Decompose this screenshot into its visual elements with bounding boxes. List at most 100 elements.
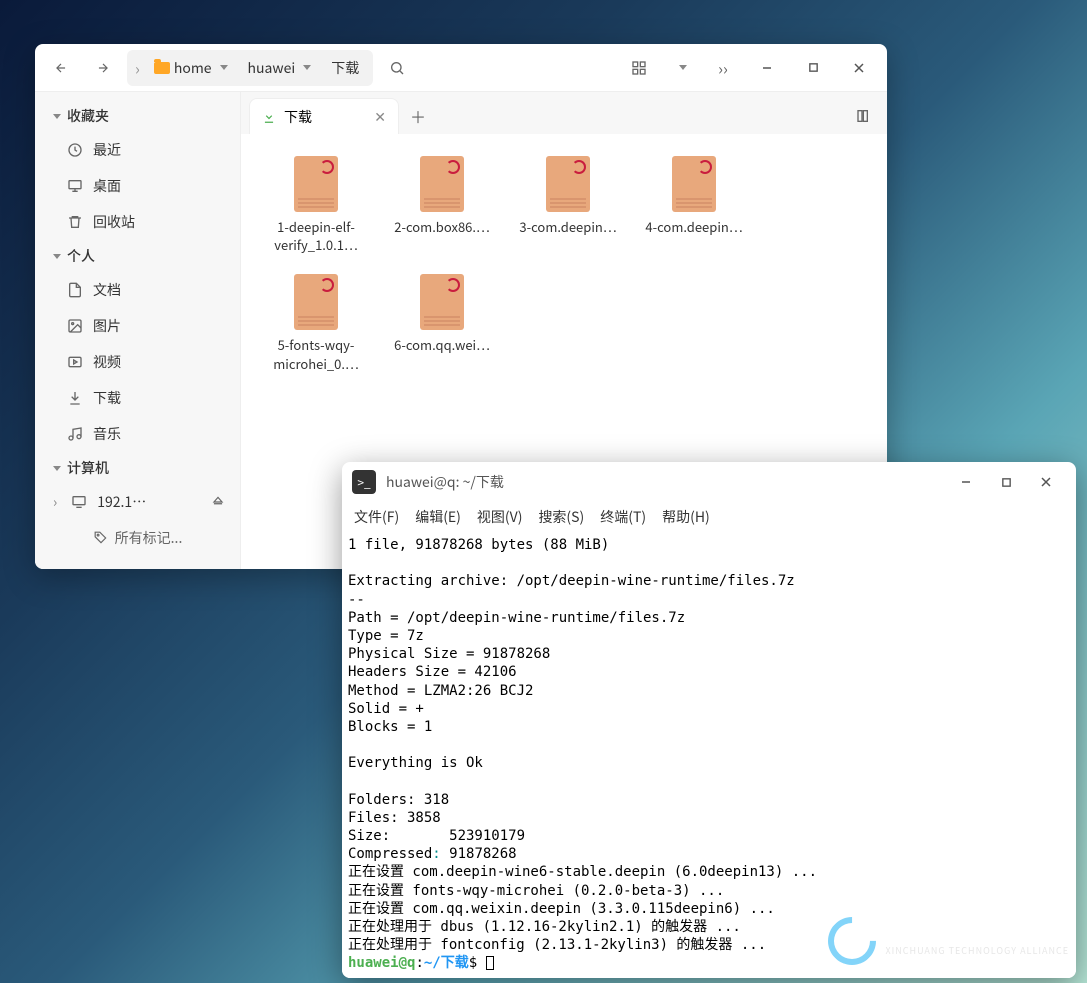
desktop-icon <box>67 178 83 194</box>
file-label: 6-com.qq.wei… <box>394 336 490 354</box>
sidebar-all-tags[interactable]: 所有标记... <box>35 520 240 556</box>
sidebar-item-pictures[interactable]: 图片 <box>35 308 240 344</box>
terminal-title: huawei@q: ~/下载 <box>386 472 504 492</box>
file-item[interactable]: 2-com.box86.… <box>383 150 501 260</box>
add-tab-button[interactable]: ＋ <box>403 101 433 131</box>
tab-downloads[interactable]: 下载 ✕ <box>249 98 399 134</box>
watermark: 信创技术联盟 XINCHUANG TECHNOLOGY ALLIANCE <box>828 917 1070 965</box>
download-icon <box>67 390 83 406</box>
sidebar-item-trash[interactable]: 回收站 <box>35 204 240 240</box>
chevron-right-icon: › <box>53 492 57 512</box>
file-item[interactable]: 3-com.deepin… <box>509 150 627 260</box>
file-manager-titlebar: › home huawei 下载 ›› <box>35 44 887 92</box>
file-label: 3-com.deepin… <box>519 218 616 236</box>
chevron-down-icon <box>53 254 61 259</box>
menu-item[interactable]: 视图(V) <box>477 507 523 527</box>
deb-package-icon <box>420 156 464 212</box>
view-dropdown-button[interactable] <box>663 50 699 86</box>
file-label: 2-com.box86.… <box>394 218 490 236</box>
sidebar-item-downloads[interactable]: 下载 <box>35 380 240 416</box>
monitor-icon <box>71 494 87 510</box>
deb-package-icon <box>546 156 590 212</box>
breadcrumb-downloads[interactable]: 下载 <box>323 54 367 82</box>
sidebar-item-label: 回收站 <box>93 212 135 232</box>
eject-icon[interactable] <box>210 494 226 510</box>
menu-item[interactable]: 编辑(E) <box>415 507 461 527</box>
tab-label: 下载 <box>284 107 312 127</box>
video-icon <box>67 354 83 370</box>
maximize-button[interactable] <box>986 462 1026 502</box>
deb-package-icon <box>294 274 338 330</box>
breadcrumb-user[interactable]: huawei <box>240 54 320 82</box>
breadcrumb[interactable]: › home huawei 下载 <box>127 50 373 86</box>
deb-package-icon <box>672 156 716 212</box>
forward-button[interactable] <box>85 50 121 86</box>
menu-item[interactable]: 文件(F) <box>354 507 399 527</box>
terminal-menubar: 文件(F) 编辑(E) 视图(V) 搜索(S) 终端(T) 帮助(H) <box>342 502 1076 532</box>
sidebar-item-network[interactable]: › 192.1… <box>35 484 240 520</box>
terminal-icon: >_ <box>352 470 376 494</box>
sidebar-item-label: 音乐 <box>93 424 121 444</box>
breadcrumb-label: 下载 <box>331 58 359 78</box>
sidebar-group-computer[interactable]: 计算机 <box>35 452 240 484</box>
close-tab-button[interactable]: ✕ <box>374 107 386 127</box>
file-label: 4-com.deepin… <box>645 218 742 236</box>
file-label: 1-deepin-elf-verify_1.0.1… <box>263 218 369 254</box>
document-icon <box>67 282 83 298</box>
chevron-down-icon <box>53 466 61 471</box>
sidebar-item-label: 视频 <box>93 352 121 372</box>
file-item[interactable]: 5-fonts-wqy-microhei_0.… <box>257 268 375 378</box>
folder-icon <box>154 62 170 74</box>
maximize-button[interactable] <box>793 48 833 88</box>
watermark-subtext: XINCHUANG TECHNOLOGY ALLIANCE <box>886 944 1070 957</box>
breadcrumb-home[interactable]: home <box>146 54 236 82</box>
sidebar-item-label: 桌面 <box>93 176 121 196</box>
menu-item[interactable]: 帮助(H) <box>662 507 710 527</box>
file-item[interactable]: 6-com.qq.wei… <box>383 268 501 378</box>
menu-item[interactable]: 终端(T) <box>600 507 646 527</box>
clock-icon <box>67 142 83 158</box>
back-button[interactable] <box>43 50 79 86</box>
minimize-button[interactable] <box>946 462 986 502</box>
sidebar-item-desktop[interactable]: 桌面 <box>35 168 240 204</box>
close-button[interactable] <box>839 48 879 88</box>
search-button[interactable] <box>379 50 415 86</box>
sidebar-item-label: 192.1… <box>97 492 146 512</box>
deb-package-icon <box>420 274 464 330</box>
sidebar-item-documents[interactable]: 文档 <box>35 272 240 308</box>
sidebar-group-personal[interactable]: 个人 <box>35 240 240 272</box>
watermark-logo-icon <box>818 907 886 975</box>
breadcrumb-label: home <box>174 58 212 78</box>
view-columns-button[interactable] <box>849 101 879 131</box>
menu-item[interactable]: 搜索(S) <box>538 507 584 527</box>
sidebar-item-recent[interactable]: 最近 <box>35 132 240 168</box>
watermark-text: 信创技术联盟 <box>886 925 1070 944</box>
tab-bar: 下载 ✕ ＋ <box>241 92 887 134</box>
sidebar-item-label: 图片 <box>93 316 121 336</box>
chevron-down-icon[interactable] <box>303 65 311 70</box>
sidebar-group-favorites[interactable]: 收藏夹 <box>35 100 240 132</box>
sidebar-item-label: 最近 <box>93 140 121 160</box>
file-item[interactable]: 1-deepin-elf-verify_1.0.1… <box>257 150 375 260</box>
file-item[interactable]: 4-com.deepin… <box>635 150 753 260</box>
file-label: 5-fonts-wqy-microhei_0.… <box>263 336 369 372</box>
trash-icon <box>67 214 83 230</box>
sidebar-item-videos[interactable]: 视频 <box>35 344 240 380</box>
tag-icon <box>93 530 109 546</box>
sidebar-item-label: 文档 <box>93 280 121 300</box>
chevron-down-icon <box>53 114 61 119</box>
close-button[interactable] <box>1026 462 1066 502</box>
sidebar: 收藏夹 最近 桌面 回收站 个人 文档 <box>35 92 241 569</box>
sidebar-item-label: 下载 <box>93 388 121 408</box>
terminal-window: >_ huawei@q: ~/下载 文件(F) 编辑(E) 视图(V) 搜索(S) 终端… <box>342 462 1076 978</box>
breadcrumb-label: huawei <box>248 58 296 78</box>
minimize-button[interactable] <box>747 48 787 88</box>
chevron-right-icon: › <box>133 56 142 80</box>
sidebar-item-music[interactable]: 音乐 <box>35 416 240 452</box>
terminal-titlebar[interactable]: >_ huawei@q: ~/下载 <box>342 462 1076 502</box>
terminal-output[interactable]: 1 file, 91878268 bytes (88 MiB) Extracti… <box>342 532 1076 978</box>
chevron-down-icon[interactable] <box>220 65 228 70</box>
more-button[interactable]: ›› <box>705 50 741 86</box>
download-icon <box>262 110 276 124</box>
view-grid-button[interactable] <box>621 50 657 86</box>
